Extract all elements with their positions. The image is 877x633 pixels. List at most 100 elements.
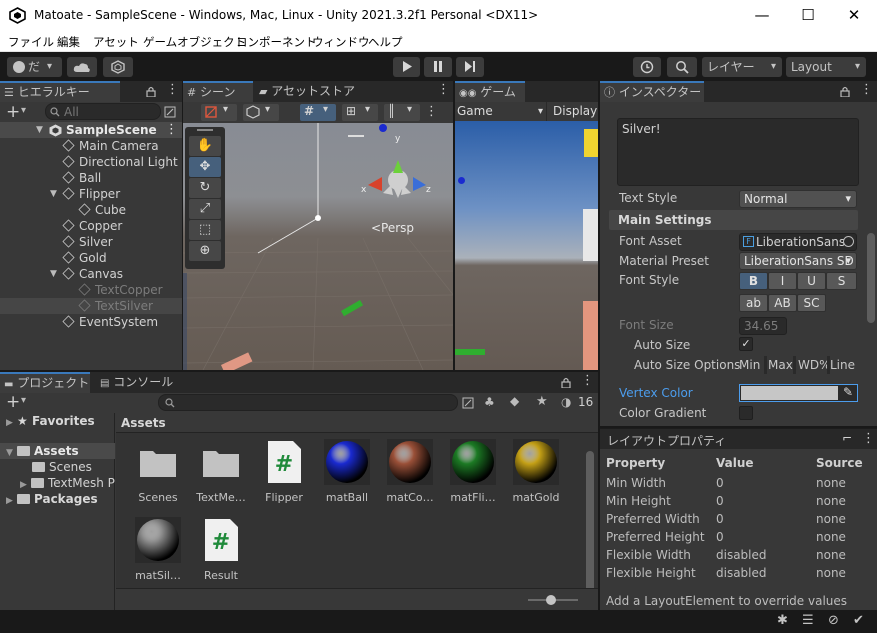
- assets-tree-row[interactable]: ▼ Assets: [0, 443, 115, 459]
- search-filter-icon[interactable]: [462, 397, 474, 409]
- layers-dropdown[interactable]: レイヤー ▾: [702, 57, 782, 77]
- more-icon[interactable]: ⋮: [425, 104, 438, 119]
- asset-item[interactable]: TextMe…: [185, 439, 257, 504]
- project-search-input[interactable]: [158, 394, 458, 411]
- collab-button[interactable]: [103, 57, 133, 77]
- display-selector[interactable]: Display: [546, 102, 598, 121]
- lock-icon[interactable]: [840, 86, 850, 97]
- font-style-upper-button[interactable]: AB: [768, 294, 797, 312]
- menu-gameobject[interactable]: ゲームオブジェクト: [143, 34, 246, 50]
- search-button[interactable]: [667, 57, 697, 77]
- text-style-dropdown[interactable]: Normal: [739, 190, 857, 208]
- scene-visibility-button[interactable]: ║ ▾: [384, 104, 420, 121]
- favorite-icon[interactable]: ★: [536, 394, 548, 409]
- expand-arrow-icon[interactable]: ▼: [50, 186, 57, 202]
- hierarchy-item[interactable]: TextCopper: [0, 282, 182, 298]
- vertex-color-field[interactable]: ✎: [739, 384, 858, 402]
- assets-breadcrumb[interactable]: Assets: [116, 413, 598, 433]
- font-style-bold-button[interactable]: B: [739, 272, 768, 290]
- menu-component[interactable]: コンポーネント: [236, 34, 317, 50]
- eyedropper-icon[interactable]: ✎: [843, 385, 853, 399]
- asset-item[interactable]: # Flipper: [248, 439, 320, 504]
- font-style-smallcaps-button[interactable]: SC: [797, 294, 826, 312]
- bug-icon[interactable]: ✱: [777, 613, 788, 628]
- hierarchy-item[interactable]: ▼ Flipper: [0, 186, 182, 202]
- game-display-dropdown[interactable]: Game ▾: [457, 102, 543, 121]
- favorites-row[interactable]: ▶ ★ Favorites: [6, 413, 95, 429]
- tab-console[interactable]: ▤ コンソール: [96, 372, 176, 393]
- hidden-packages-icon[interactable]: ◑: [561, 395, 571, 409]
- hierarchy-item[interactable]: EventSystem: [0, 314, 182, 330]
- menu-edit[interactable]: 編集: [57, 34, 80, 50]
- more-icon[interactable]: ⋮: [165, 122, 178, 138]
- step-button[interactable]: [456, 57, 484, 77]
- cloud-button[interactable]: [67, 57, 97, 77]
- close-button[interactable]: ✕: [831, 0, 877, 32]
- asset-item[interactable]: matBall: [311, 439, 383, 504]
- filter-icon[interactable]: [164, 106, 176, 118]
- tree-folder-scenes[interactable]: Scenes: [32, 459, 92, 475]
- asset-item[interactable]: Scenes: [122, 439, 194, 504]
- persp-label[interactable]: <Persp: [371, 221, 414, 235]
- add-icon[interactable]: +: [6, 102, 20, 122]
- minimize-button[interactable]: —: [739, 0, 785, 32]
- color-gradient-checkbox[interactable]: [739, 406, 753, 420]
- hierarchy-item[interactable]: Gold: [0, 250, 182, 266]
- hand-tool-icon[interactable]: ✋: [189, 136, 221, 156]
- more-icon[interactable]: ⋮: [581, 373, 594, 388]
- maximize-button[interactable]: ☐: [785, 0, 831, 32]
- hierarchy-scene-row[interactable]: ▼ SampleScene ⋮: [0, 122, 182, 138]
- add-icon[interactable]: +: [6, 392, 20, 412]
- asset-item[interactable]: # Result: [185, 517, 257, 582]
- font-style-italic-button[interactable]: I: [768, 272, 797, 290]
- resize-icon[interactable]: ⌐: [842, 431, 852, 445]
- move-tool-icon[interactable]: ✥: [189, 157, 221, 177]
- history-button[interactable]: [633, 57, 661, 77]
- layers-stack-icon[interactable]: ☰: [802, 613, 814, 628]
- more-icon[interactable]: ⋮: [860, 82, 873, 97]
- hierarchy-search-input[interactable]: All: [45, 103, 161, 120]
- layout-dropdown[interactable]: Layout ▾: [786, 57, 866, 77]
- text-input-area[interactable]: Silver!: [617, 118, 859, 186]
- menu-window[interactable]: ウィンドウ: [312, 34, 370, 50]
- play-button[interactable]: [393, 57, 420, 77]
- settings-icon[interactable]: ⊘: [828, 613, 839, 628]
- asset-item[interactable]: matSil…: [122, 517, 194, 582]
- layout-props-header[interactable]: レイアウトプロパティ ⌐ ⋮: [600, 428, 877, 449]
- transform-tool-icon[interactable]: ⊕: [189, 241, 221, 261]
- tree-folder-textmesh[interactable]: ▶ TextMesh P: [20, 475, 115, 491]
- auto-size-min-field[interactable]: [764, 356, 767, 374]
- tab-inspector[interactable]: ⓘ インスペクター: [600, 81, 704, 102]
- hierarchy-item[interactable]: Main Camera: [0, 138, 182, 154]
- auto-size-checkbox[interactable]: ✓: [739, 337, 753, 351]
- rect-tool-icon[interactable]: ⬚: [189, 220, 221, 240]
- chevron-down-icon[interactable]: ▾: [21, 395, 26, 406]
- font-style-underline-button[interactable]: U: [797, 272, 826, 290]
- tab-game[interactable]: ◉◉ ゲーム: [455, 81, 525, 102]
- tab-project[interactable]: ▬ プロジェクト: [0, 372, 90, 393]
- font-style-lower-button[interactable]: ab: [739, 294, 768, 312]
- packages-row[interactable]: ▶ Packages: [6, 491, 98, 507]
- asset-item[interactable]: matCo…: [374, 439, 446, 504]
- menu-help[interactable]: ヘルプ: [368, 34, 403, 50]
- rotate-tool-icon[interactable]: ↻: [189, 178, 221, 198]
- object-picker-icon[interactable]: [843, 236, 854, 247]
- scale-tool-icon[interactable]: ⤢: [189, 199, 221, 219]
- tab-asset-store[interactable]: ▰ アセットストア: [255, 81, 355, 102]
- inspector-scrollbar[interactable]: [867, 233, 875, 323]
- draw-mode-button[interactable]: ▾: [201, 104, 237, 121]
- tab-hierarchy[interactable]: ☰ ヒエラルキー: [0, 81, 120, 102]
- material-preset-dropdown[interactable]: LiberationSans SD: [739, 252, 857, 270]
- expand-arrow-icon[interactable]: ▼: [50, 266, 57, 282]
- font-asset-field[interactable]: LiberationSans: [739, 233, 857, 251]
- increment-snap-button[interactable]: ⊞ ▾: [342, 104, 378, 121]
- hierarchy-item[interactable]: Ball: [0, 170, 182, 186]
- asset-item[interactable]: matFli…: [437, 439, 509, 504]
- zoom-slider-handle[interactable]: [546, 595, 556, 605]
- hierarchy-item[interactable]: Directional Light: [0, 154, 182, 170]
- hierarchy-item[interactable]: ▼ Canvas: [0, 266, 182, 282]
- font-style-strike-button[interactable]: S: [826, 272, 857, 290]
- check-icon[interactable]: ✔: [853, 613, 864, 628]
- label-filter-icon[interactable]: ◆: [510, 394, 519, 408]
- more-icon[interactable]: ⋮: [166, 82, 179, 97]
